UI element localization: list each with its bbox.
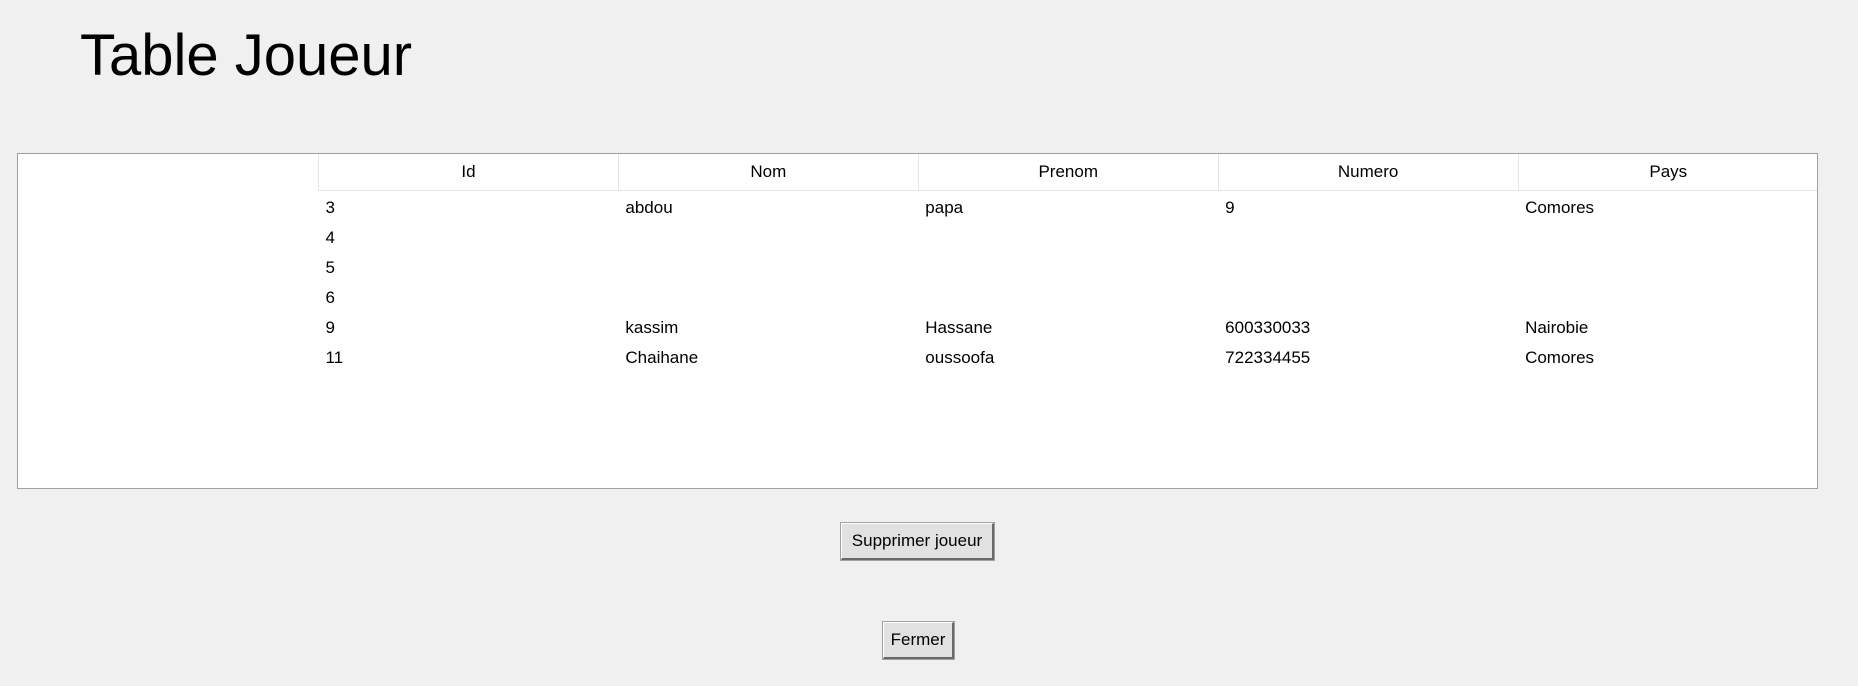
cell-id: 4: [325, 227, 335, 247]
cell-pays: [1518, 283, 1817, 313]
cell-prenom: papa: [925, 197, 964, 217]
cell-prenom: [918, 223, 1218, 253]
close-button[interactable]: Fermer: [883, 622, 954, 659]
cell-id: 9: [325, 317, 335, 337]
players-table-grid: Id Nom Prenom Numero Pays 3 abdou papa 9…: [318, 154, 1818, 373]
cell-nom: [618, 223, 918, 253]
table-row[interactable]: 9 kassim Hassane 600330033 Nairobie: [319, 313, 1818, 343]
cell-pays: Comores: [1525, 347, 1595, 367]
cell-pays: [1518, 253, 1817, 283]
app-window: Table Joueur Id Nom Prenom Numero Pays 3…: [0, 0, 1858, 686]
cell-nom: abdou: [625, 197, 673, 217]
table-row[interactable]: 3 abdou papa 9 Comores: [319, 190, 1818, 223]
players-table[interactable]: Id Nom Prenom Numero Pays 3 abdou papa 9…: [17, 153, 1818, 489]
cell-nom: [618, 253, 918, 283]
table-header-row: Id Nom Prenom Numero Pays: [318, 154, 1817, 191]
table-row[interactable]: 5: [319, 253, 1818, 283]
column-header-numero[interactable]: Numero: [1218, 154, 1519, 191]
table-row[interactable]: 6: [319, 283, 1818, 313]
cell-numero: [1218, 283, 1518, 313]
cell-pays: Comores: [1525, 197, 1595, 217]
page-title: Table Joueur: [80, 23, 413, 88]
column-header-prenom[interactable]: Prenom: [918, 154, 1219, 191]
cell-numero: [1218, 253, 1518, 283]
cell-numero: [1218, 223, 1518, 253]
delete-player-button[interactable]: Supprimer joueur: [841, 523, 994, 560]
cell-numero: 600330033: [1225, 317, 1311, 337]
column-header-pays[interactable]: Pays: [1518, 154, 1817, 191]
column-header-id[interactable]: Id: [318, 154, 619, 191]
cell-numero: 9: [1225, 197, 1235, 217]
cell-prenom: [918, 283, 1218, 313]
cell-id: 6: [325, 287, 335, 307]
cell-nom: kassim: [625, 317, 679, 337]
cell-id: 3: [325, 197, 335, 217]
cell-pays: [1518, 223, 1817, 253]
cell-prenom: [918, 253, 1218, 283]
column-header-nom[interactable]: Nom: [618, 154, 919, 191]
cell-pays: Nairobie: [1525, 317, 1589, 337]
cell-numero: 722334455: [1225, 347, 1311, 367]
cell-id: 5: [325, 257, 335, 277]
table-row[interactable]: 11 Chaihane oussoofa 722334455 Comores: [319, 343, 1818, 373]
cell-nom: Chaihane: [625, 347, 699, 367]
cell-prenom: oussoofa: [925, 347, 995, 367]
table-row[interactable]: 4: [319, 223, 1818, 253]
cell-id: 11: [325, 347, 344, 367]
cell-prenom: Hassane: [925, 317, 993, 337]
cell-nom: [618, 283, 918, 313]
